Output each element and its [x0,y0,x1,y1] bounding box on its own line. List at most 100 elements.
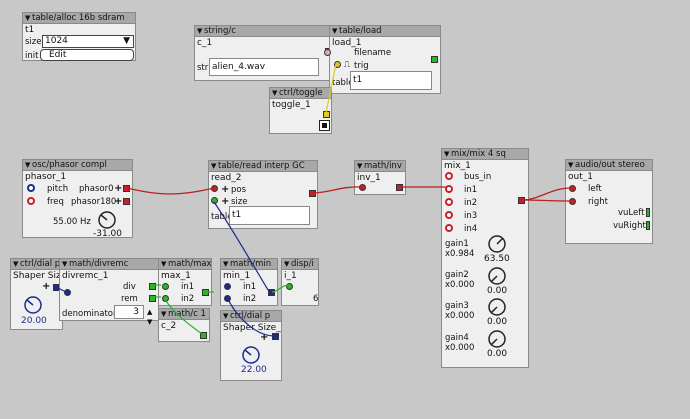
object-header[interactable]: ▼ disp/i [282,259,318,270]
object-header[interactable]: ▼ math/min [221,259,277,270]
object-header[interactable]: ▼ table/alloc 16b sdram [23,13,135,24]
object-header[interactable]: ▼ string/c [195,26,333,37]
min-outlet[interactable] [268,289,275,296]
max-outlet[interactable] [202,289,209,296]
min-in2-inlet[interactable] [224,295,231,302]
in4-inlet[interactable] [445,224,453,232]
toggle-on-indicator [322,123,327,128]
edit-button[interactable]: Edit [40,49,134,61]
collapse-triangle-icon[interactable]: ▼ [25,13,32,23]
object-header[interactable]: ▼ mix/mix 4 sq [442,149,528,160]
collapse-triangle-icon[interactable]: ▼ [284,259,291,269]
shaper-size-dial[interactable] [23,295,43,315]
inv-inlet[interactable] [359,184,366,191]
dial-outlet[interactable] [272,333,279,340]
table-read-object[interactable]: ▼ table/read interp GC read_2 + pos + siz… [208,160,318,229]
collapse-triangle-icon[interactable]: ▼ [223,259,230,269]
gain2-dial[interactable] [487,266,507,286]
pitch-dial[interactable] [97,210,117,230]
collapse-triangle-icon[interactable]: ▼ [25,160,32,170]
disp-i-object[interactable]: ▼ disp/i i_1 6 [281,258,319,306]
string-c-object[interactable]: ▼ string/c c_1 str alien_4.wav [194,25,334,81]
pitch-inlet[interactable] [27,184,35,192]
div-outlet[interactable] [149,283,156,290]
object-header[interactable]: ▼ ctrl/toggle [270,88,331,99]
str-input[interactable]: alien_4.wav [209,58,319,76]
max-in1-inlet[interactable] [162,283,169,290]
phasor-to-read-wire[interactable] [126,187,215,195]
mix-object[interactable]: ▼ mix/mix 4 sq mix_1 bus_in in1 in2 in3 i… [441,148,529,368]
phasor180-outlet[interactable] [123,198,130,205]
phasor0-outlet[interactable] [123,185,130,192]
trig-inlet[interactable] [334,61,341,68]
object-header[interactable]: ▼ ctrl/dial p [221,311,281,322]
left-inlet[interactable] [569,185,576,192]
collapse-triangle-icon[interactable]: ▼ [444,149,451,159]
collapse-triangle-icon[interactable]: ▼ [272,88,279,98]
math-min-object[interactable]: ▼ math/min min_1 in1 in2 [220,258,278,306]
done-outlet[interactable] [431,56,438,63]
object-header[interactable]: ▼ math/divremc [60,259,158,270]
gain1-dial[interactable] [487,234,507,254]
inv-outlet[interactable] [396,184,403,191]
in3-inlet[interactable] [445,211,453,219]
patch-canvas[interactable]: ▼ table/alloc 16b sdram t1 size 1024 ▼ ini… [0,0,690,419]
in2-inlet[interactable] [445,198,453,206]
math-inv-object[interactable]: ▼ math/inv inv_1 [354,160,406,195]
dial-shaper-object[interactable]: ▼ ctrl/dial p Shaper Size + 20.00 [10,258,66,330]
denominator-input[interactable]: 3 [114,305,144,319]
collapse-triangle-icon[interactable]: ▼ [161,259,168,269]
right-inlet[interactable] [569,198,576,205]
read-outlet[interactable] [309,190,316,197]
collapse-triangle-icon[interactable]: ▼ [197,26,204,36]
collapse-triangle-icon[interactable]: ▼ [357,161,364,171]
collapse-triangle-icon[interactable]: ▼ [211,161,218,171]
table-input[interactable]: t1 [229,206,310,225]
collapse-triangle-icon[interactable]: ▼ [161,309,168,319]
collapse-triangle-icon[interactable]: ▼ [223,311,230,321]
phasor-object[interactable]: ▼ osc/phasor compl phasor_1 pitch phasor0… [22,159,133,239]
object-header[interactable]: ▼ math/inv [355,161,405,172]
table-input[interactable]: t1 [350,71,432,90]
rem-outlet[interactable] [149,295,156,302]
dial-shaper2-object[interactable]: ▼ ctrl/dial p Shaper Size_ + 22.00 [220,310,282,381]
collapse-triangle-icon[interactable]: ▼ [13,259,20,269]
object-header[interactable]: ▼ osc/phasor compl [23,160,132,171]
audio-out-object[interactable]: ▼ audio/out stereo out_1 left right vuLef… [565,159,653,244]
collapse-triangle-icon[interactable]: ▼ [62,259,69,269]
object-header[interactable]: ▼ math/max [159,259,211,270]
size-select[interactable]: 1024 ▼ [42,35,134,48]
toggle-switch[interactable] [319,120,330,131]
collapse-triangle-icon[interactable]: ▼ [568,160,575,170]
pos-inlet[interactable] [211,185,218,192]
filename-inlet[interactable] [324,49,331,56]
object-header[interactable]: ▼ table/load [330,26,440,37]
table-load-object[interactable]: ▼ table/load load_1 filename ⎍ trig table… [324,25,441,94]
divremc-inlet[interactable] [64,289,71,296]
collapse-triangle-icon[interactable]: ▼ [332,26,339,36]
freq-inlet[interactable] [27,197,35,205]
mix-outlet[interactable] [518,197,525,204]
gain4-dial[interactable] [487,329,507,349]
shaper-size-dial[interactable] [241,345,261,365]
table-alloc-object[interactable]: ▼ table/alloc 16b sdram t1 size 1024 ▼ ini… [22,12,136,61]
object-header[interactable]: ▼ ctrl/dial p [11,259,62,270]
divremc-object[interactable]: ▼ math/divremc divremc_1 div rem denomina… [59,258,159,326]
math-c-object[interactable]: ▼ math/c 1 c_2 [158,308,210,342]
disp-inlet[interactable] [286,283,293,290]
object-header[interactable]: ▼ table/read interp GC [209,161,317,172]
max-in2-inlet[interactable] [162,295,169,302]
gain3-dial[interactable] [487,297,507,317]
toggle-outlet[interactable] [323,111,330,118]
size-inlet[interactable] [211,197,218,204]
min-in1-inlet[interactable] [224,283,231,290]
c-outlet[interactable] [200,332,207,339]
spinner-icon[interactable]: ▲ ▼ [147,307,152,327]
bus-in-inlet[interactable] [445,172,453,180]
in1-inlet[interactable] [445,185,453,193]
object-header[interactable]: ▼ math/c 1 [159,309,209,320]
object-header[interactable]: ▼ audio/out stereo [566,160,652,171]
instance-name: toggle_1 [272,100,311,110]
math-max-object[interactable]: ▼ math/max max_1 in1 in2 [158,258,212,306]
toggle-object[interactable]: ▼ ctrl/toggle toggle_1 [269,87,332,134]
